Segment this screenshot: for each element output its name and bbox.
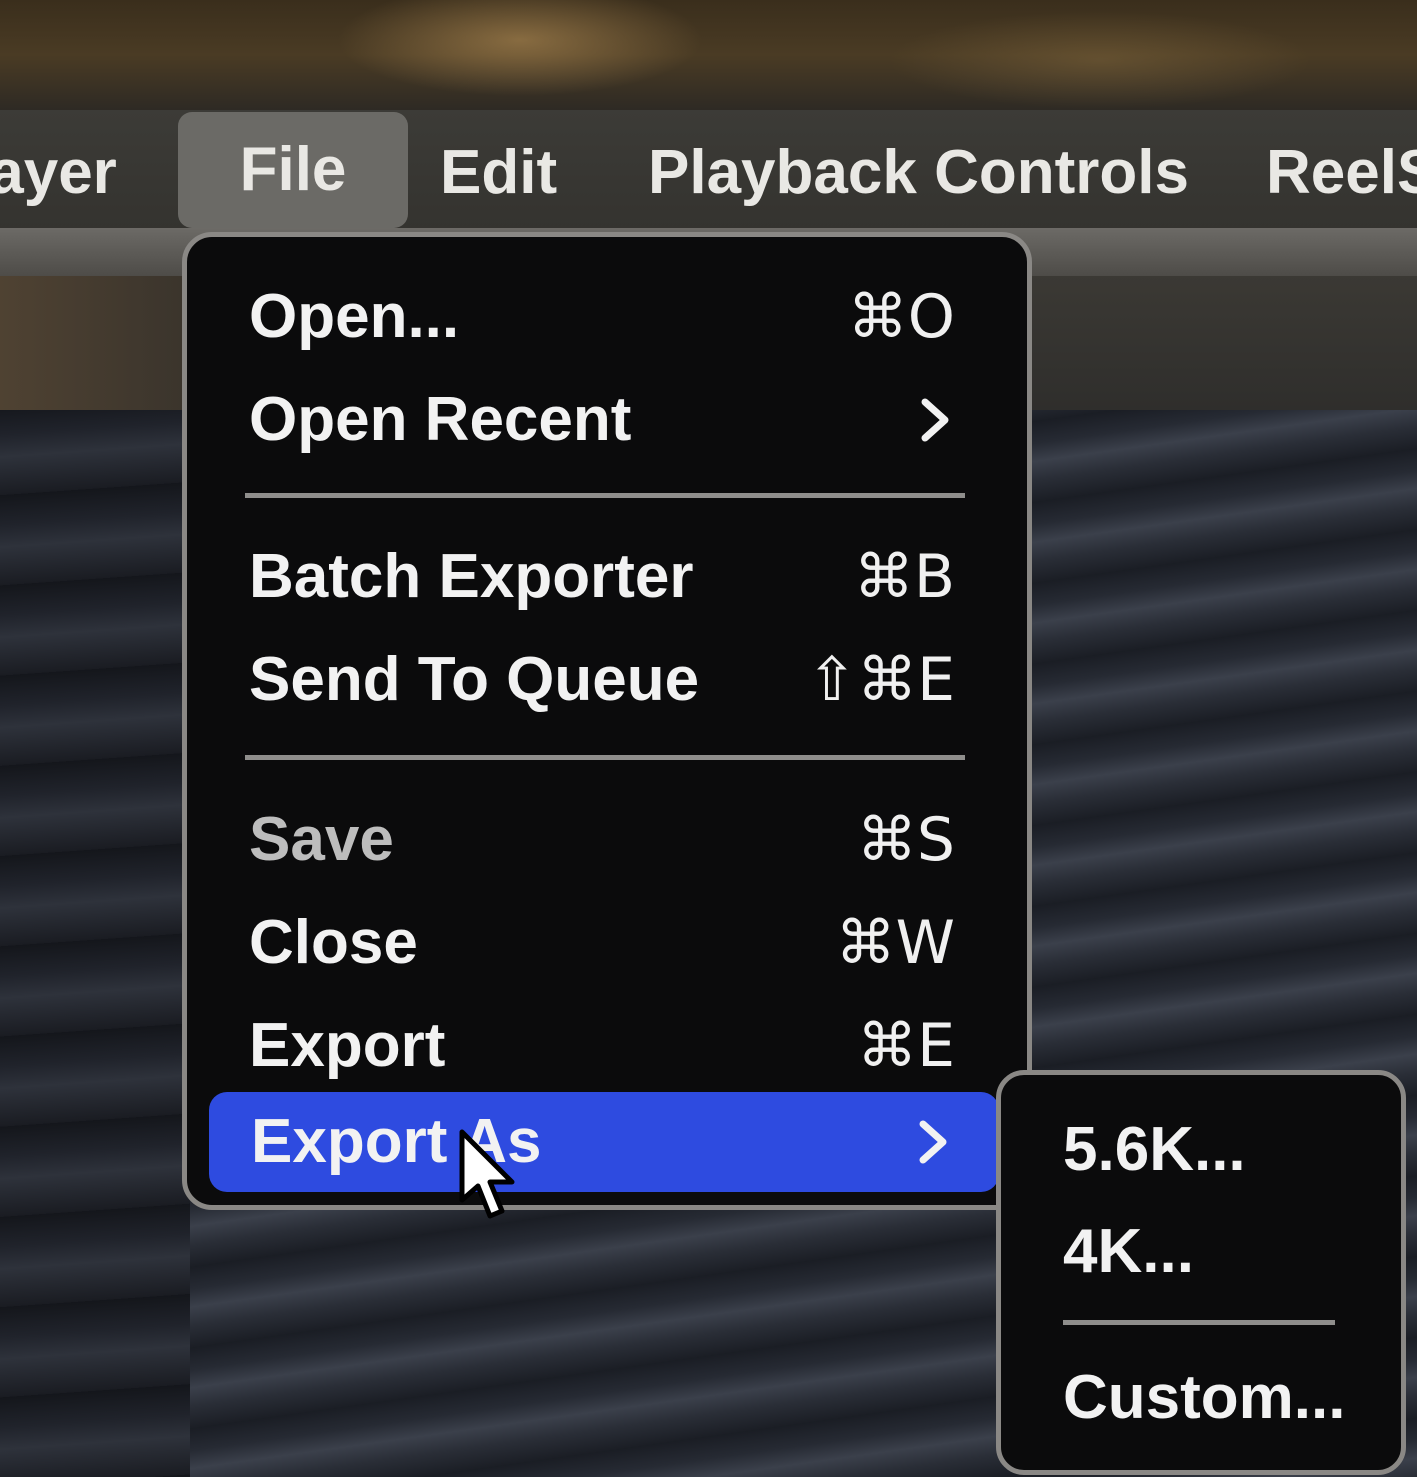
menu-item-label: Open...: [249, 282, 460, 351]
background-top: [0, 0, 1417, 110]
file-menu-dropdown: Open... ⌘O Open Recent Batch Exporter ⌘B…: [182, 232, 1032, 1210]
menu-app-name[interactable]: layer: [0, 128, 117, 218]
menu-item-shortcut: ⌘O: [847, 282, 955, 352]
menu-playback-controls[interactable]: Playback Controls: [648, 128, 1189, 218]
menu-item-label: Open Recent: [249, 385, 632, 454]
background-video-frame-left: [0, 405, 190, 1477]
menu-item-open-recent[interactable]: Open Recent: [187, 370, 1027, 470]
submenu-item-5-6k[interactable]: 5.6K...: [1063, 1100, 1246, 1200]
chevron-right-icon: [919, 1120, 947, 1164]
arrow-pointer-icon: [459, 1129, 515, 1219]
menu-item-label: Close: [249, 908, 418, 977]
menu-item-label: Export: [249, 1011, 446, 1080]
menu-item-label: Batch Exporter: [249, 542, 694, 611]
menu-separator: [245, 755, 965, 760]
menu-item-label: Send To Queue: [249, 645, 700, 714]
submenu-item-custom[interactable]: Custom...: [1063, 1348, 1345, 1448]
submenu-separator: [1063, 1320, 1335, 1325]
menu-separator: [245, 493, 965, 498]
menu-item-export-as[interactable]: Export As: [209, 1092, 999, 1192]
menu-item-close[interactable]: Close ⌘W: [187, 893, 1027, 993]
menu-reels[interactable]: ReelS: [1266, 128, 1417, 218]
export-as-submenu: 5.6K... 4K... Custom...: [996, 1070, 1406, 1475]
menu-item-batch-exporter[interactable]: Batch Exporter ⌘B: [187, 527, 1027, 627]
menu-item-shortcut: ⌘B: [853, 542, 955, 612]
menu-file[interactable]: File: [178, 112, 408, 228]
menu-item-shortcut: ⌘S: [856, 805, 955, 875]
menu-edit[interactable]: Edit: [440, 128, 557, 218]
menu-item-shortcut: ⌘W: [835, 908, 955, 978]
toolbar-strip-left: [0, 275, 190, 410]
menu-item-open[interactable]: Open... ⌘O: [187, 267, 1027, 367]
menu-item-shortcut: ⇧⌘E: [806, 645, 955, 715]
toolbar-strip-right: [1030, 275, 1417, 410]
submenu-item-4k[interactable]: 4K...: [1063, 1202, 1194, 1302]
menu-item-shortcut: ⌘E: [857, 1011, 955, 1081]
chevron-right-icon: [921, 398, 949, 442]
menu-item-save[interactable]: Save ⌘S: [187, 790, 1027, 890]
menu-item-label: Save: [249, 805, 394, 874]
menu-item-send-to-queue[interactable]: Send To Queue ⇧⌘E: [187, 630, 1027, 730]
screen: layer File Edit Playback Controls ReelS …: [0, 0, 1417, 1477]
menu-item-export[interactable]: Export ⌘E: [187, 996, 1027, 1096]
